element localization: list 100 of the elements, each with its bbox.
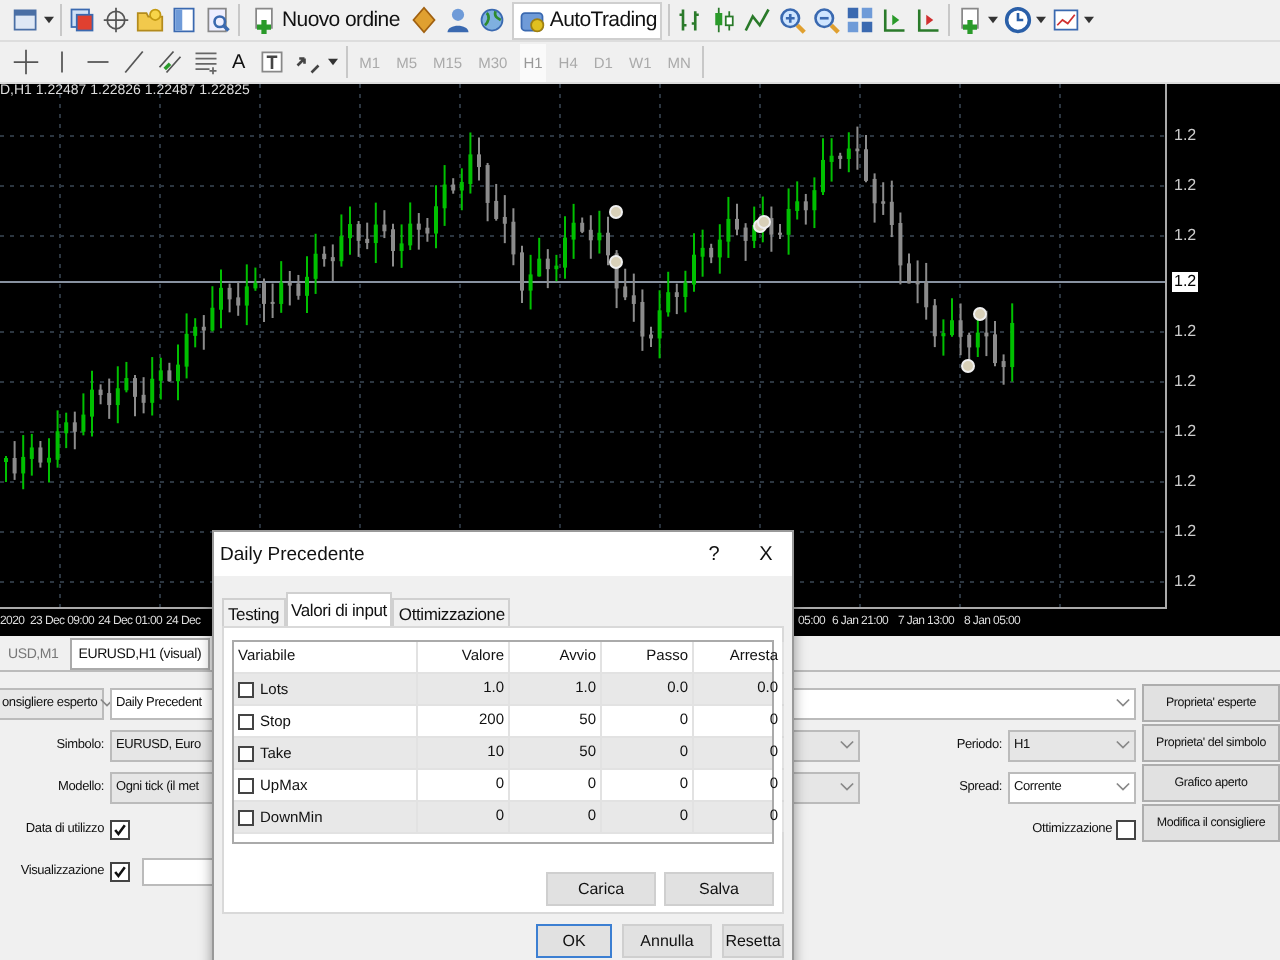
dialog-button[interactable]: Annulla [622, 924, 712, 958]
folder-icon[interactable] [136, 6, 164, 34]
candle [244, 263, 249, 327]
checkbox[interactable] [238, 777, 254, 793]
candle [21, 434, 26, 491]
add-document-icon [250, 6, 278, 34]
new-order-button[interactable]: Nuovo ordine [246, 1, 404, 39]
candle [339, 213, 344, 268]
candle [769, 205, 774, 253]
candle [313, 232, 318, 295]
checkbox[interactable] [238, 681, 254, 697]
robot-icon [517, 6, 546, 34]
stack-icon[interactable] [68, 6, 96, 34]
clock-icon[interactable] [1004, 6, 1033, 34]
candle [494, 182, 499, 222]
candle [107, 377, 112, 420]
candles-icon[interactable] [710, 6, 739, 34]
candle [150, 356, 155, 417]
candle [872, 172, 877, 224]
candle [184, 312, 189, 380]
candle [803, 192, 808, 226]
candle [958, 302, 963, 357]
line-chart-icon[interactable] [744, 6, 773, 34]
dialog-button[interactable]: Carica [546, 872, 656, 906]
globe-icon[interactable] [477, 6, 506, 34]
candle [537, 236, 542, 278]
candle [201, 314, 206, 351]
price-label: 1.2 [1172, 226, 1199, 246]
candle [322, 245, 327, 268]
crosshair-icon[interactable] [102, 6, 130, 34]
channel-icon[interactable] [156, 48, 184, 76]
dialog-button[interactable]: Resetta [722, 924, 784, 958]
fibonacci-icon[interactable] [192, 48, 220, 76]
candle [330, 243, 335, 283]
price-label: 1.2 [1172, 522, 1199, 542]
person-icon[interactable] [443, 6, 472, 34]
text-label-icon[interactable] [257, 48, 286, 76]
checkbox[interactable] [110, 861, 130, 881]
crosshair-icon[interactable] [12, 48, 40, 76]
caret-icon[interactable] [44, 16, 54, 24]
candle [193, 317, 198, 349]
candle [210, 285, 215, 333]
add-document-icon[interactable] [956, 6, 985, 34]
dialog-tab[interactable]: Testing [222, 598, 286, 626]
candle [365, 221, 370, 251]
panel-icon[interactable] [170, 6, 198, 34]
caret-icon[interactable] [1084, 16, 1095, 24]
price-label: 1.2 [1172, 472, 1199, 492]
candle [795, 180, 800, 221]
caret-icon[interactable] [1036, 16, 1047, 24]
close-button[interactable]: X [740, 541, 792, 567]
dialog-tab[interactable]: Valori di input [285, 592, 393, 626]
candle [236, 281, 241, 317]
candle [511, 207, 516, 267]
candle [502, 194, 507, 245]
zoom-in-icon[interactable] [778, 6, 807, 34]
trade-marker [973, 307, 987, 321]
chart-shift-icon[interactable] [880, 6, 909, 34]
candle [898, 211, 903, 286]
candle [597, 209, 602, 255]
checkbox[interactable] [1116, 819, 1136, 839]
zoom-out-icon[interactable] [812, 6, 841, 34]
candle [683, 269, 688, 314]
autotrading-button[interactable]: AutoTrading [511, 1, 663, 39]
candle [279, 260, 284, 314]
caret-icon[interactable] [988, 16, 999, 24]
dialog-button[interactable]: OK [536, 924, 612, 958]
diamond-icon[interactable] [409, 6, 438, 34]
document-search-icon[interactable] [204, 6, 232, 34]
window-icon[interactable] [12, 6, 40, 34]
candle [38, 440, 43, 469]
candle [743, 222, 748, 262]
candle [554, 253, 559, 283]
price-label: 1.2 [1172, 372, 1199, 392]
chevron-icon [840, 740, 854, 750]
candle [373, 201, 378, 265]
candle [167, 361, 172, 383]
checkbox[interactable] [238, 745, 254, 761]
candle [889, 179, 894, 239]
text-tool[interactable]: A [228, 51, 250, 73]
grid-icon[interactable] [846, 6, 875, 34]
candle [1010, 302, 1015, 383]
bars-icon[interactable] [676, 6, 705, 34]
caret-icon[interactable] [327, 58, 338, 66]
help-button[interactable]: ? [688, 541, 740, 567]
candle [571, 202, 576, 260]
dialog-title: Daily Precedente [220, 543, 367, 565]
candle [382, 209, 387, 240]
candle [459, 167, 464, 212]
checkbox[interactable] [238, 809, 254, 825]
checkbox[interactable] [110, 819, 130, 839]
checkbox[interactable] [238, 713, 254, 729]
diagonal-line-icon[interactable] [120, 48, 148, 76]
autoscroll-icon[interactable] [914, 6, 943, 34]
candle [399, 223, 404, 269]
candle [158, 356, 163, 401]
dialog-button[interactable]: Salva [664, 872, 774, 906]
dialog-tab[interactable]: Ottimizzazione [392, 598, 511, 626]
trade-marker [609, 205, 623, 219]
template-icon[interactable] [1052, 6, 1081, 34]
